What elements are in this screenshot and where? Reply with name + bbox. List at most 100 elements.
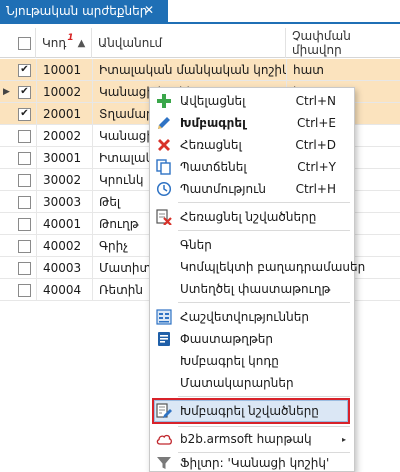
row-checkbox-cell[interactable]: ✔: [14, 59, 36, 81]
menu-delete-label: Հեռացնել: [180, 138, 242, 152]
row-checkbox-cell[interactable]: ✔: [14, 103, 36, 125]
menu-add-shortcut: Ctrl+N: [295, 94, 336, 108]
row-checkbox[interactable]: [18, 173, 31, 187]
row-checkbox-cell[interactable]: [14, 279, 36, 301]
menu-item-filter[interactable]: Ֆիլտր: 'Կանացի կոշիկ': [150, 452, 354, 472]
sort-order-badge: 1: [67, 33, 74, 43]
sort-ascending-icon: ▲: [77, 37, 86, 49]
select-all-checkbox[interactable]: [18, 36, 31, 50]
menu-edit-label: Խմբագրել: [180, 116, 246, 130]
row-indicator: ▶: [3, 87, 10, 97]
pencil-icon: [156, 115, 172, 131]
cloud-icon: [156, 431, 172, 447]
menu-item-documents[interactable]: Փաստաթղթեր: [150, 328, 354, 350]
menu-separator: [178, 396, 350, 397]
menu-item-history[interactable]: Պատմություն Ctrl+H: [150, 178, 354, 200]
row-indicator: [0, 257, 14, 279]
menu-item-edit[interactable]: Խմբագրել Ctrl+E: [150, 112, 354, 134]
column-code-label: Կոդ: [42, 36, 67, 50]
cell-code: 30002: [36, 169, 92, 191]
row-checkbox[interactable]: [18, 151, 31, 165]
menu-item-b2b[interactable]: b2b.armsoft հարթակ ▸: [150, 428, 354, 450]
row-checkbox[interactable]: [18, 239, 31, 253]
row-indicator: [0, 147, 14, 169]
history-icon: [156, 181, 172, 197]
cell-unit: հատ: [286, 59, 400, 81]
menu-documents-label: Փաստաթղթեր: [180, 332, 273, 346]
menu-item-create-document[interactable]: Ստեղծել փաստաթուղթ: [150, 278, 354, 300]
menu-item-add[interactable]: Ավելացնել Ctrl+N: [150, 90, 354, 112]
cell-code: 20002: [36, 125, 92, 147]
edit-selected-icon: [156, 403, 172, 419]
menu-item-edit-selected[interactable]: Խմբագրել նշվածները: [150, 400, 354, 422]
copy-icon: [156, 159, 172, 175]
cell-code: 40002: [36, 235, 92, 257]
tab-close-icon[interactable]: ✕: [144, 3, 154, 17]
menu-reports-label: Հաշվետվություններ: [180, 310, 309, 324]
row-checkbox-cell[interactable]: [14, 125, 36, 147]
menu-kit-components-label: Կոմպլեկտի բաղադրամասեր: [180, 260, 366, 274]
cell-code: 40001: [36, 213, 92, 235]
menu-suppliers-label: Մատակարարներ: [180, 376, 294, 390]
row-checkbox-cell[interactable]: [14, 191, 36, 213]
row-checkbox[interactable]: ✔: [18, 85, 31, 99]
menu-edit-selected-label: Խմբագրել նշվածները: [180, 404, 319, 418]
row-checkbox-cell[interactable]: [14, 213, 36, 235]
menu-item-kit-components[interactable]: Կոմպլեկտի բաղադրամասեր: [150, 256, 365, 278]
context-menu: Ավելացնել Ctrl+N Խմբագրել Ctrl+E Հեռացնե…: [149, 87, 365, 472]
menu-item-reports[interactable]: Հաշվետվություններ: [150, 306, 354, 328]
submenu-arrow-icon: ▸: [341, 434, 346, 444]
menu-separator: [178, 302, 350, 303]
menu-item-copy[interactable]: Պատճենել Ctrl+Y: [150, 156, 354, 178]
row-checkbox[interactable]: [18, 217, 31, 231]
delete-selected-icon: [156, 209, 172, 225]
row-checkbox[interactable]: [18, 195, 31, 209]
row-checkbox-cell[interactable]: ✔: [14, 81, 36, 103]
row-checkbox[interactable]: ✔: [18, 63, 31, 77]
column-header-name[interactable]: Անվանում: [92, 28, 286, 58]
menu-history-label: Պատմություն: [180, 182, 266, 196]
column-unit-label: Չափման միավոր: [292, 29, 351, 57]
menu-edit-shortcut: Ctrl+E: [297, 116, 336, 130]
column-header-unit[interactable]: Չափման միավոր: [286, 28, 400, 58]
report-icon: [156, 309, 172, 325]
cell-code: 30003: [36, 191, 92, 213]
header-select-all[interactable]: [14, 28, 36, 58]
menu-item-delete-selected[interactable]: Հեռացնել նշվածները: [150, 206, 354, 228]
table-row[interactable]: ✔ 10001 Իտալական մանկական կոշիկ հատ: [0, 59, 400, 81]
row-checkbox[interactable]: [18, 261, 31, 275]
row-checkbox-cell[interactable]: [14, 235, 36, 257]
row-indicator: [0, 213, 14, 235]
row-checkbox-cell[interactable]: [14, 257, 36, 279]
row-indicator: [0, 235, 14, 257]
column-header-code[interactable]: Կոդ 1 ▲: [36, 28, 92, 58]
row-indicator: [0, 125, 14, 147]
row-checkbox-cell[interactable]: [14, 147, 36, 169]
cell-code: 20001: [36, 103, 92, 125]
menu-delete-shortcut: Ctrl+D: [295, 138, 336, 152]
cell-code: 30001: [36, 147, 92, 169]
menu-item-suppliers[interactable]: Մատակարարներ: [150, 372, 354, 394]
row-checkbox[interactable]: ✔: [18, 107, 31, 121]
plus-icon: [156, 93, 172, 109]
row-indicator: [0, 279, 14, 301]
menu-copy-shortcut: Ctrl+Y: [297, 160, 336, 174]
menu-delete-selected-label: Հեռացնել նշվածները: [180, 210, 317, 224]
tab-strip: Նյութական արժեքներ ✕: [0, 0, 400, 24]
tab-title: Նյութական արժեքներ: [6, 4, 148, 18]
tab-materials[interactable]: Նյութական արժեքներ ✕: [0, 0, 168, 22]
row-checkbox[interactable]: [18, 129, 31, 143]
cell-name: Իտալական մանկական կոշիկ: [92, 59, 286, 81]
menu-item-prices[interactable]: Գներ: [150, 234, 354, 256]
grid-header: Կոդ 1 ▲ Անվանում Չափման միավոր: [0, 28, 400, 58]
row-checkbox[interactable]: [18, 283, 31, 297]
header-indicator-cell: [0, 28, 14, 58]
documents-icon: [156, 331, 172, 347]
menu-item-edit-code[interactable]: Խմբագրել կոդը: [150, 350, 354, 372]
menu-separator: [178, 426, 350, 427]
row-checkbox-cell[interactable]: [14, 169, 36, 191]
menu-edit-code-label: Խմբագրել կոդը: [180, 354, 279, 368]
menu-item-delete[interactable]: Հեռացնել Ctrl+D: [150, 134, 354, 156]
row-indicator: [0, 191, 14, 213]
column-name-label: Անվանում: [98, 36, 163, 50]
